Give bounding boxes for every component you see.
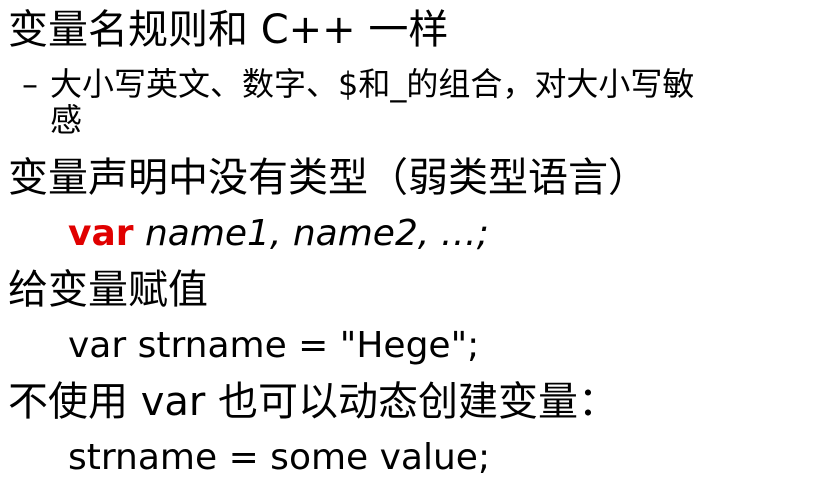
slide: 变量名规则和 C++ 一样 – 大小写英文、数字、$和_的组合，对大小写敏 感 变…	[0, 0, 836, 498]
heading-declaration: 变量声明中没有类型（弱类型语言）	[8, 155, 648, 201]
code-assignment: var strname = "Hege";	[68, 325, 480, 366]
bullet-naming-detail: – 大小写英文、数字、$和_的组合，对大小写敏	[22, 68, 694, 100]
heading-dynamic-creation: 不使用 var 也可以动态创建变量：	[8, 379, 619, 425]
code-keyword-var: var	[68, 213, 134, 254]
bullet-text-line1: 大小写英文、数字、$和_的组合，对大小写敏	[50, 65, 695, 103]
code-declaration: var name1, name2, …;	[68, 216, 489, 252]
code-declaration-rest: name1, name2, …;	[133, 213, 489, 254]
bullet-text-line2: 感	[50, 101, 83, 139]
heading-assignment: 给变量赋值	[8, 267, 208, 313]
bullet-dash: –	[22, 65, 38, 103]
heading-naming-rules: 变量名规则和 C++ 一样	[8, 7, 449, 53]
code-dynamic-creation: strname = some value;	[68, 437, 491, 478]
